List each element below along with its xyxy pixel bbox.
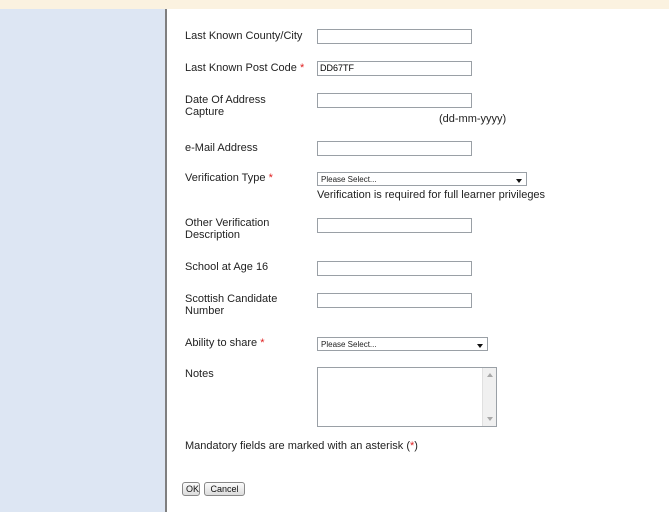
date-capture-input[interactable] [317, 93, 472, 108]
ability-share-label-text: Ability to share [185, 337, 258, 349]
verification-type-label: Verification Type * [185, 172, 273, 184]
ability-share-selected: Please Select... [321, 340, 377, 349]
required-mark: * [268, 172, 273, 184]
scroll-up-icon[interactable] [487, 373, 493, 377]
chevron-down-icon [477, 344, 483, 348]
ok-button[interactable]: OK [182, 482, 200, 496]
county-input[interactable] [317, 29, 472, 44]
postcode-label: Last Known Post Code * [185, 62, 304, 74]
notes-label: Notes [185, 368, 214, 380]
ability-share-select[interactable]: Please Select... [317, 337, 488, 351]
email-label: e-Mail Address [185, 142, 258, 154]
verification-type-select[interactable]: Please Select... [317, 172, 527, 186]
school-label: School at Age 16 [185, 261, 269, 273]
required-mark: * [260, 337, 265, 349]
scottish-candidate-label: Scottish Candidate Number [185, 293, 278, 317]
required-mark: * [299, 62, 305, 74]
sidebar-divider [165, 9, 167, 512]
date-format-hint: (dd-mm-yyyy) [439, 113, 507, 125]
other-verification-input[interactable] [317, 218, 472, 233]
date-capture-label: Date Of Address Capture [185, 94, 266, 118]
county-label: Last Known County/City [185, 30, 303, 42]
top-strip [0, 0, 669, 9]
mandatory-note: Mandatory fields are marked with an aste… [185, 440, 418, 452]
other-verification-label: Other Verification Description [185, 217, 270, 241]
notes-scrollbar[interactable] [482, 368, 496, 426]
mandatory-note-text: Mandatory fields are marked with an aste… [185, 440, 410, 452]
scroll-down-icon[interactable] [487, 417, 493, 421]
chevron-down-icon [516, 179, 522, 183]
email-input[interactable] [317, 141, 472, 156]
verification-type-selected: Please Select... [321, 175, 377, 184]
postcode-input[interactable] [317, 61, 472, 76]
school-input[interactable] [317, 261, 472, 276]
cancel-button[interactable]: Cancel [204, 482, 245, 496]
scottish-candidate-input[interactable] [317, 293, 472, 308]
mandatory-note-close: ) [414, 440, 418, 452]
ability-share-label: Ability to share * [185, 337, 265, 349]
verification-type-label-text: Verification Type [185, 172, 266, 184]
verification-hint: Verification is required for full learne… [317, 189, 546, 201]
sidebar [0, 9, 165, 512]
notes-textarea[interactable] [317, 367, 497, 427]
postcode-label-text: Last Known Post Code [185, 62, 297, 74]
